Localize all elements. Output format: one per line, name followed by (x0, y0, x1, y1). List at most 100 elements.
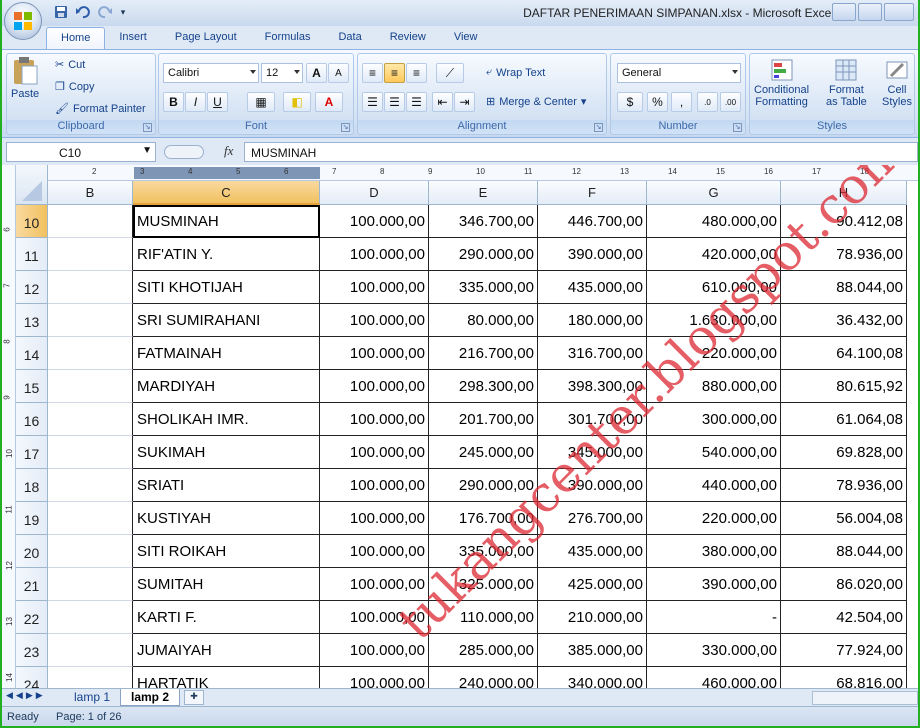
cell-f[interactable]: 180.000,00 (538, 304, 647, 337)
row-header[interactable]: 14 (16, 337, 48, 370)
cell-styles-button[interactable]: Cell Styles (882, 58, 912, 108)
format-as-table-button[interactable]: Format as Table (826, 58, 867, 108)
cell-d[interactable]: 100.000,00 (320, 304, 429, 337)
cell-f[interactable]: 446.700,00 (538, 205, 647, 238)
cell-h[interactable]: 56.004,08 (781, 502, 907, 535)
alignment-launcher[interactable]: ↘ (594, 123, 603, 132)
cell-b[interactable] (48, 337, 133, 370)
sheet-nav-buttons[interactable]: ◀◀▶▶ (6, 690, 46, 701)
cell-g[interactable]: 440.000,00 (647, 469, 781, 502)
cell-b[interactable] (48, 469, 133, 502)
align-bottom-button[interactable]: ≡ (406, 63, 427, 83)
cell-d[interactable]: 100.000,00 (320, 568, 429, 601)
cell-d[interactable]: 100.000,00 (320, 436, 429, 469)
cell-d[interactable]: 100.000,00 (320, 271, 429, 304)
column-header-f[interactable]: F (538, 181, 647, 205)
cell-h[interactable]: 61.064,08 (781, 403, 907, 436)
cell-c[interactable]: SUMITAH (133, 568, 320, 601)
cell-f[interactable]: 340.000,00 (538, 667, 647, 688)
cell-e[interactable]: 176.700,00 (429, 502, 538, 535)
cell-h[interactable]: 90.412,08 (781, 205, 907, 238)
cell-e[interactable]: 110.000,00 (429, 601, 538, 634)
sheet-tab-lamp-1[interactable]: lamp 1 (64, 689, 120, 706)
tab-review[interactable]: Review (376, 27, 440, 49)
align-left-button[interactable]: ☰ (362, 92, 383, 112)
cell-f[interactable]: 385.000,00 (538, 634, 647, 667)
cell-d[interactable]: 100.000,00 (320, 403, 429, 436)
cell-e[interactable]: 346.700,00 (429, 205, 538, 238)
cell-c[interactable]: SRIATI (133, 469, 320, 502)
increase-indent-button[interactable]: ⇥ (454, 92, 475, 112)
cell-g[interactable]: - (647, 601, 781, 634)
sheet-tab-lamp-2[interactable]: lamp 2 (120, 689, 181, 706)
maximize-button[interactable] (858, 3, 882, 21)
cell-c[interactable]: HARTATIK (133, 667, 320, 688)
clipboard-launcher[interactable]: ↘ (143, 123, 152, 132)
office-button[interactable] (4, 2, 42, 40)
paste-button[interactable]: Paste (11, 56, 39, 100)
cell-f[interactable]: 435.000,00 (538, 535, 647, 568)
cell-b[interactable] (48, 271, 133, 304)
cell-c[interactable]: JUMAIYAH (133, 634, 320, 667)
cell-b[interactable] (48, 601, 133, 634)
cell-c[interactable]: SITI KHOTIJAH (133, 271, 320, 304)
cell-f[interactable]: 210.000,00 (538, 601, 647, 634)
cell-c[interactable]: KUSTIYAH (133, 502, 320, 535)
worksheet-grid[interactable]: 2 3 4 5 6 7 8 9 10 11 12 13 14 15 16 17 18 6 7 8 9 10 11 12 13 1… (2, 165, 918, 688)
conditional-formatting-button[interactable]: Conditional Formatting (754, 58, 809, 108)
insert-sheet-icon[interactable]: ✚ (184, 690, 204, 705)
cell-d[interactable]: 100.000,00 (320, 370, 429, 403)
align-right-button[interactable]: ☰ (406, 92, 427, 112)
cell-g[interactable]: 880.000,00 (647, 370, 781, 403)
column-header-b[interactable]: B (48, 181, 133, 205)
column-header-d[interactable]: D (320, 181, 429, 205)
number-launcher[interactable]: ↘ (733, 123, 742, 132)
minimize-button[interactable] (832, 3, 856, 21)
italic-button[interactable]: I (185, 92, 206, 112)
tab-formulas[interactable]: Formulas (251, 27, 325, 49)
cell-b[interactable] (48, 634, 133, 667)
cell-d[interactable]: 100.000,00 (320, 601, 429, 634)
formula-splitter[interactable] (164, 145, 204, 159)
cell-d[interactable]: 100.000,00 (320, 205, 429, 238)
cell-b[interactable] (48, 436, 133, 469)
decrease-indent-button[interactable]: ⇤ (432, 92, 453, 112)
cell-e[interactable]: 201.700,00 (429, 403, 538, 436)
accounting-button[interactable]: $ (617, 92, 643, 112)
cell-h[interactable]: 86.020,00 (781, 568, 907, 601)
bold-button[interactable]: B (163, 92, 184, 112)
cell-h[interactable]: 64.100,08 (781, 337, 907, 370)
row-header[interactable]: 21 (16, 568, 48, 601)
font-launcher[interactable]: ↘ (341, 123, 350, 132)
cell-f[interactable]: 398.300,00 (538, 370, 647, 403)
cell-b[interactable] (48, 238, 133, 271)
name-box[interactable]: C10 ▼ (6, 142, 156, 162)
number-format-box[interactable]: General (617, 63, 741, 83)
row-header[interactable]: 13 (16, 304, 48, 337)
cell-b[interactable] (48, 535, 133, 568)
cell-g[interactable]: 300.000,00 (647, 403, 781, 436)
decrease-decimal-button[interactable]: .00 (720, 92, 741, 112)
cell-b[interactable] (48, 502, 133, 535)
cell-f[interactable]: 301.700,00 (538, 403, 647, 436)
insert-function-icon[interactable]: fx (224, 143, 233, 159)
cell-f[interactable]: 390.000,00 (538, 469, 647, 502)
cell-b[interactable] (48, 205, 133, 238)
cell-h[interactable]: 78.936,00 (781, 238, 907, 271)
cell-d[interactable]: 100.000,00 (320, 238, 429, 271)
cell-f[interactable]: 276.700,00 (538, 502, 647, 535)
cell-g[interactable]: 390.000,00 (647, 568, 781, 601)
cell-d[interactable]: 100.000,00 (320, 667, 429, 688)
cell-f[interactable]: 316.700,00 (538, 337, 647, 370)
formula-input[interactable]: MUSMINAH (244, 142, 918, 162)
cell-h[interactable]: 80.615,92 (781, 370, 907, 403)
font-size-box[interactable]: 12 (261, 63, 303, 83)
tab-home[interactable]: Home (46, 27, 106, 49)
cell-b[interactable] (48, 667, 133, 688)
cell-g[interactable]: 420.000,00 (647, 238, 781, 271)
cell-f[interactable]: 390.000,00 (538, 238, 647, 271)
row-header[interactable]: 18 (16, 469, 48, 502)
cell-e[interactable]: 285.000,00 (429, 634, 538, 667)
row-header[interactable]: 17 (16, 436, 48, 469)
tab-page-layout[interactable]: Page Layout (161, 27, 251, 49)
